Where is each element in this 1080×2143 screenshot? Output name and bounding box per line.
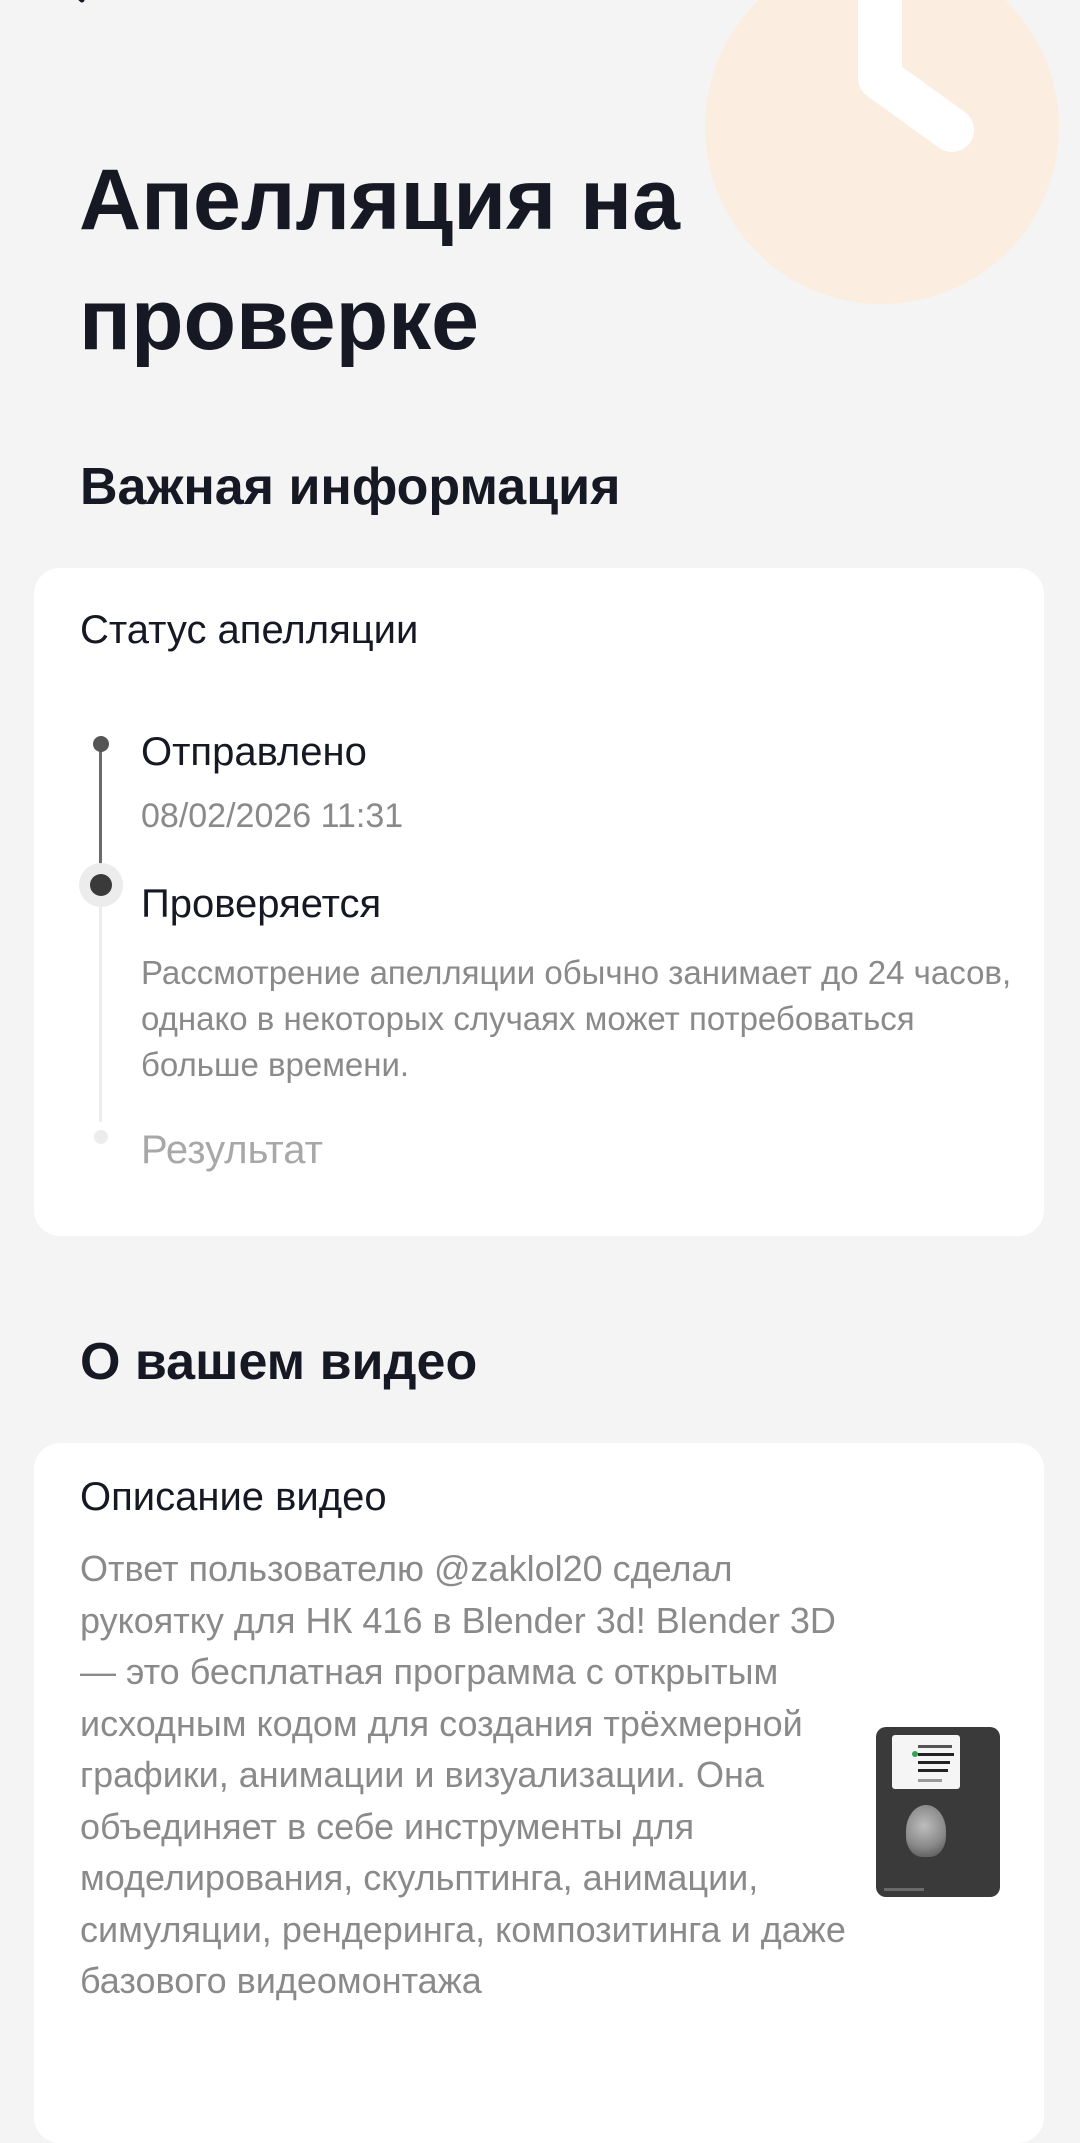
timeline-line-pending [99, 900, 102, 1122]
step-review-description: Рассмотрение апелляции обычно занимает д… [141, 954, 1012, 1083]
step-review-label: Проверяется [141, 882, 382, 926]
step-sent-date: 08/02/2026 11:31 [141, 797, 404, 835]
step-sent-label: Отправлено [141, 730, 367, 774]
step-dot-review [90, 874, 112, 896]
video-card-title: Описание видео [80, 1475, 387, 1519]
page-title: Апелляция на проверке [79, 152, 680, 368]
back-arrow-icon[interactable] [50, 0, 94, 4]
section-title-about-video: О вашем видео [80, 1333, 478, 1391]
thumbnail-footer [884, 1888, 924, 1891]
timeline-line-active [99, 744, 102, 874]
video-description-card: Описание видео Ответ пользователю @zaklo… [34, 1443, 1044, 2143]
appeal-status-card: Статус апелляции Отправлено 08/02/2026 1… [34, 568, 1044, 1236]
thumbnail-overlay-card [892, 1735, 960, 1789]
thumbnail-image [906, 1805, 946, 1857]
section-title-important: Важная информация [80, 458, 621, 516]
step-dot-result [94, 1130, 108, 1144]
video-description-text: Ответ пользователю @zaklol20 сделал руко… [80, 1548, 846, 2001]
status-card-title: Статус апелляции [80, 608, 419, 652]
clock-icon [705, 0, 1059, 304]
step-result-label: Результат [141, 1128, 323, 1172]
video-thumbnail[interactable] [876, 1727, 1000, 1897]
step-dot-sent [93, 736, 109, 752]
